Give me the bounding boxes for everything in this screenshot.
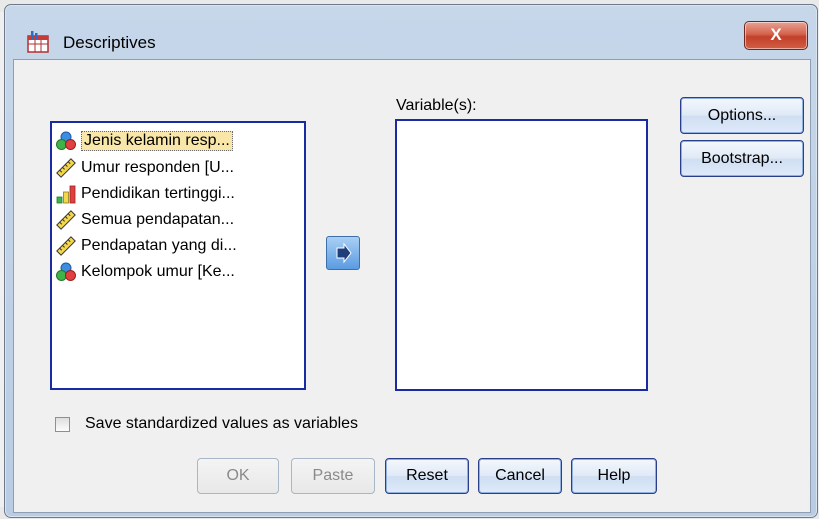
cancel-button[interactable]: Cancel <box>478 458 562 494</box>
source-variable-list[interactable]: Jenis kelamin resp... Umur responden [U.… <box>50 121 306 390</box>
nominal-icon <box>56 262 76 281</box>
list-item-label: Umur responden [U... <box>81 159 234 176</box>
descriptives-dialog: Descriptives X Jenis kelamin resp... Umu… <box>4 4 818 518</box>
scale-ruler-icon <box>56 158 76 178</box>
list-item-label: Pendidikan tertinggi... <box>81 185 235 202</box>
save-standardized-label: Save standardized values as variables <box>85 415 359 432</box>
list-item[interactable]: Pendapatan yang di... <box>56 233 300 259</box>
list-item[interactable]: Jenis kelamin resp... <box>56 128 300 154</box>
save-standardized-checkbox[interactable] <box>55 417 70 432</box>
scale-ruler-icon <box>56 236 76 256</box>
list-item-label: Kelompok umur [Ke... <box>81 263 235 280</box>
paste-button[interactable]: Paste <box>291 458 375 494</box>
reset-button[interactable]: Reset <box>385 458 469 494</box>
list-item[interactable]: Umur responden [U... <box>56 155 300 181</box>
list-item-label: Jenis kelamin resp... <box>81 131 233 151</box>
ok-button[interactable]: OK <box>197 458 279 494</box>
dialog-body: Jenis kelamin resp... Umur responden [U.… <box>13 59 811 513</box>
close-button[interactable]: X <box>744 21 808 50</box>
window-title: Descriptives <box>63 33 156 52</box>
bootstrap-button[interactable]: Bootstrap... <box>680 140 804 177</box>
help-button[interactable]: Help <box>571 458 657 494</box>
variables-label: Variable(s): <box>396 97 477 114</box>
list-item-label: Pendapatan yang di... <box>81 237 237 254</box>
list-item[interactable]: Kelompok umur [Ke... <box>56 259 300 285</box>
descriptives-table-icon <box>27 31 49 53</box>
title-bar[interactable]: Descriptives X <box>5 5 817 57</box>
scale-ruler-icon <box>56 210 76 230</box>
nominal-icon <box>56 131 76 150</box>
move-right-button[interactable] <box>326 236 360 270</box>
ordinal-bar-icon <box>56 185 76 204</box>
list-item-label: Semua pendapatan... <box>81 211 235 228</box>
options-button[interactable]: Options... <box>680 97 804 134</box>
list-item[interactable]: Semua pendapatan... <box>56 207 300 233</box>
variables-list[interactable] <box>395 119 648 391</box>
list-item[interactable]: Pendidikan tertinggi... <box>56 181 300 207</box>
arrow-right-icon <box>336 242 352 264</box>
